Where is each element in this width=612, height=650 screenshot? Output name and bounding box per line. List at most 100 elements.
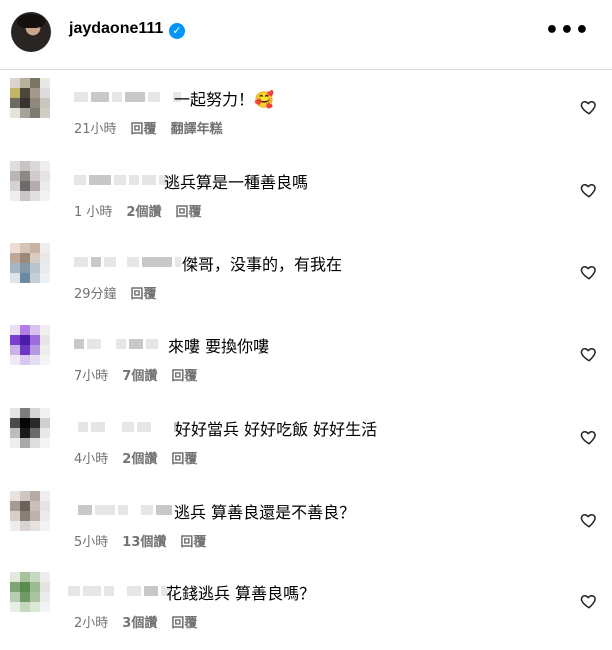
reply-button[interactable]: 回覆	[171, 448, 197, 467]
reply-button[interactable]: 回覆	[180, 531, 206, 550]
like-heart-icon[interactable]	[580, 345, 598, 363]
avatar-pixel	[40, 335, 50, 345]
avatar-pixel	[40, 345, 50, 355]
avatar-pixel	[10, 243, 20, 253]
avatar-pixel	[30, 98, 40, 108]
avatar-pixel	[30, 191, 40, 201]
avatar-pixel	[40, 418, 50, 428]
avatar-pixel	[30, 602, 40, 612]
avatar-pixel	[20, 582, 30, 592]
blurred-username	[68, 578, 171, 604]
avatar-pixel	[20, 602, 30, 612]
comment-time: 1 小時	[74, 205, 113, 220]
avatar-pixel	[10, 582, 20, 592]
likes-count[interactable]: 7個讚	[122, 365, 157, 384]
likes-count[interactable]: 13個讚	[122, 531, 166, 550]
like-heart-icon[interactable]	[580, 592, 598, 610]
avatar-pixel	[20, 78, 30, 88]
comment-meta: 1 小時 2個讚 回覆	[74, 201, 201, 220]
commenter-avatar[interactable]	[10, 408, 50, 448]
avatar-pixel	[30, 592, 40, 602]
avatar-pixel	[20, 243, 30, 253]
avatar-pixel	[20, 273, 30, 283]
avatar-pixel	[10, 408, 20, 418]
avatar-pixel	[20, 345, 30, 355]
avatar-pixel	[30, 582, 40, 592]
avatar-pixel	[30, 78, 40, 88]
commenter-avatar[interactable]	[10, 161, 50, 201]
like-heart-icon[interactable]	[580, 181, 598, 199]
avatar-pixel	[20, 98, 30, 108]
avatar-pixel	[30, 501, 40, 511]
comment-item: 一起努力！🥰 21小時 回覆 翻譯年糕	[0, 74, 612, 156]
avatar-pixel	[30, 335, 40, 345]
like-heart-icon[interactable]	[580, 263, 598, 281]
avatar-pixel	[10, 325, 20, 335]
more-options-icon[interactable]: •••	[545, 18, 590, 43]
avatar-pixel	[20, 572, 30, 582]
avatar-pixel	[20, 511, 30, 521]
reply-button[interactable]: 回覆	[131, 283, 157, 302]
avatar-pixel	[20, 408, 30, 418]
username-link[interactable]: jaydaone111	[69, 20, 163, 38]
avatar-pixel	[10, 572, 20, 582]
likes-count[interactable]: 2個讚	[122, 448, 157, 467]
comment-text: 花錢逃兵 算善良嗎？	[166, 584, 316, 603]
avatar-pixel	[10, 253, 20, 263]
comment-text: 逃兵 算善良還是不善良？	[174, 503, 356, 522]
avatar-pixel	[40, 438, 50, 448]
avatar-pixel	[30, 491, 40, 501]
avatar-pixel	[10, 521, 20, 531]
reply-button[interactable]: 回覆	[171, 612, 197, 631]
like-heart-icon[interactable]	[580, 428, 598, 446]
avatar-pixel	[40, 108, 50, 118]
avatar-pixel	[40, 263, 50, 273]
comment-item: 逃兵算是一種善良嗎 1 小時 2個讚 回覆	[0, 157, 612, 239]
likes-count[interactable]: 2個讚	[126, 201, 161, 220]
avatar-pixel	[10, 181, 20, 191]
avatar-pixel	[10, 171, 20, 181]
commenter-avatar[interactable]	[10, 491, 50, 531]
commenter-avatar[interactable]	[10, 78, 50, 118]
comment-meta: 2小時 3個讚 回覆	[74, 612, 197, 631]
avatar-pixel	[40, 98, 50, 108]
avatar-pixel	[40, 181, 50, 191]
avatar-pixel	[40, 273, 50, 283]
reply-button[interactable]: 回覆	[131, 118, 157, 137]
commenter-avatar[interactable]	[10, 243, 50, 283]
commenter-avatar[interactable]	[10, 325, 50, 365]
comment-meta: 7小時 7個讚 回覆	[74, 365, 197, 384]
like-heart-icon[interactable]	[580, 511, 598, 529]
blurred-username	[74, 84, 181, 110]
comment-time: 7小時	[74, 369, 109, 384]
comment-time: 29分鐘	[74, 287, 117, 302]
avatar-pixel	[30, 88, 40, 98]
avatar-pixel	[40, 491, 50, 501]
avatar-pixel	[10, 161, 20, 171]
avatar-pixel	[20, 418, 30, 428]
comment-meta: 5小時 13個讚 回覆	[74, 531, 206, 550]
avatar-pixel	[30, 171, 40, 181]
reply-button[interactable]: 回覆	[175, 201, 201, 220]
reply-button[interactable]: 回覆	[171, 365, 197, 384]
comment-time: 5小時	[74, 535, 109, 550]
avatar-pixel	[10, 418, 20, 428]
avatar-pixel	[30, 273, 40, 283]
comment-meta: 21小時 回覆 翻譯年糕	[74, 118, 223, 137]
avatar-pixel	[20, 355, 30, 365]
profile-avatar[interactable]	[11, 12, 51, 52]
avatar-pixel	[10, 428, 20, 438]
avatar-pixel	[40, 161, 50, 171]
avatar-pixel	[30, 345, 40, 355]
avatar-pixel	[20, 263, 30, 273]
likes-count[interactable]: 3個讚	[122, 612, 157, 631]
comment-meta: 4小時 2個讚 回覆	[74, 448, 197, 467]
avatar-pixel	[10, 345, 20, 355]
avatar-pixel	[30, 572, 40, 582]
avatar-pixel	[10, 335, 20, 345]
like-heart-icon[interactable]	[580, 98, 598, 116]
commenter-avatar[interactable]	[10, 572, 50, 612]
translate-button[interactable]: 翻譯年糕	[171, 118, 223, 137]
avatar-pixel	[30, 418, 40, 428]
blurred-username	[74, 331, 158, 357]
